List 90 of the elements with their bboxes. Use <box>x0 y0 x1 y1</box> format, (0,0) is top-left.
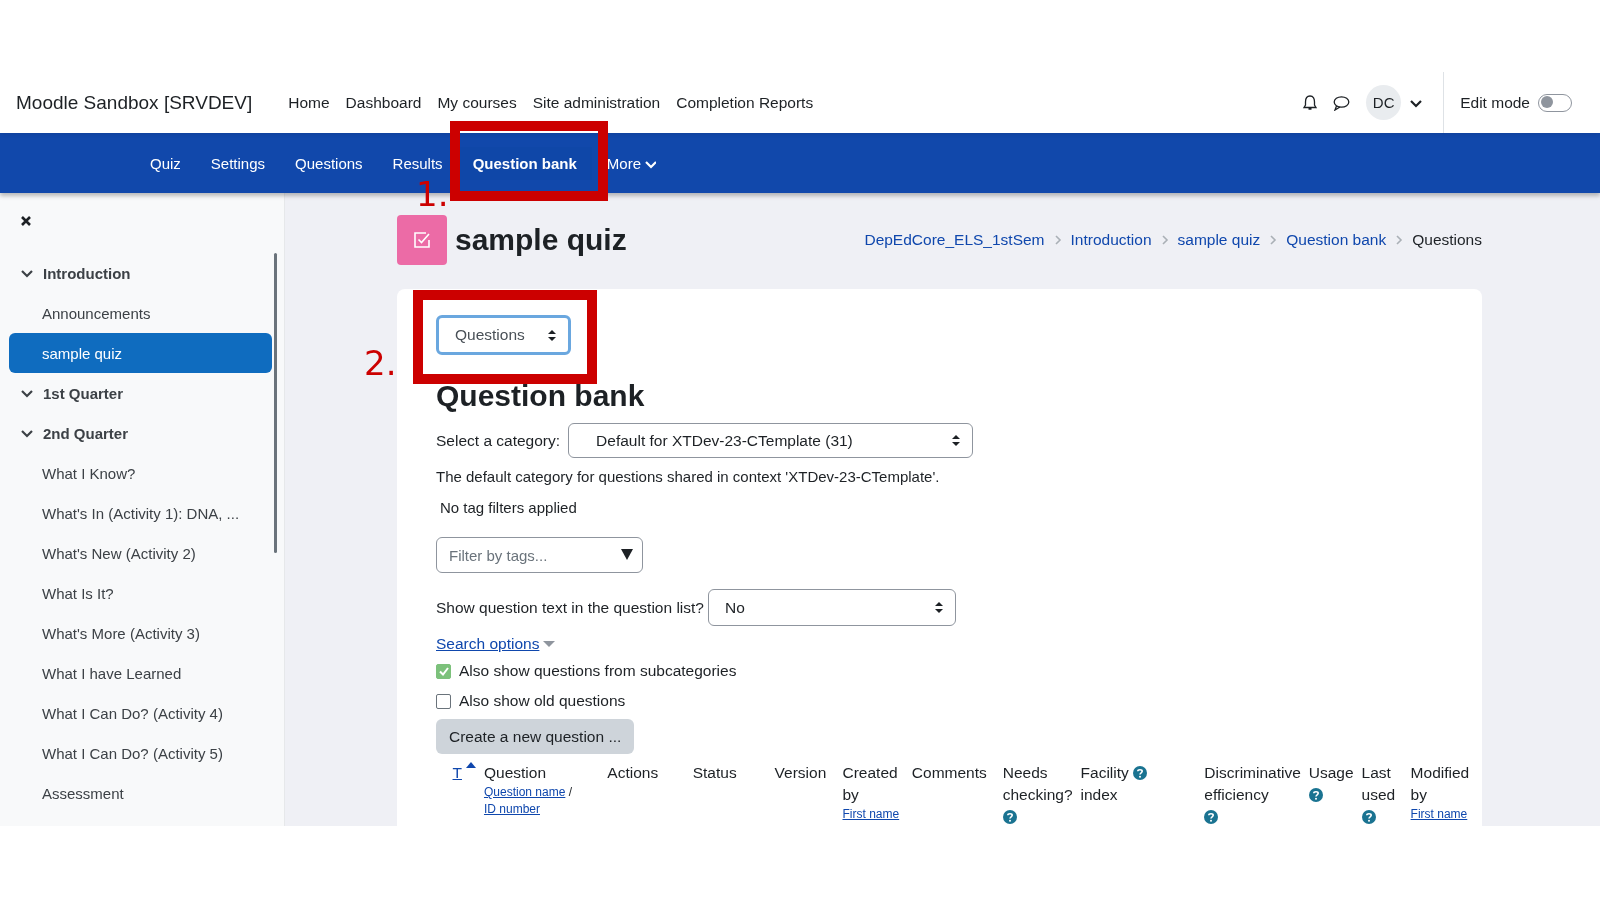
chevron-icon <box>1269 234 1278 246</box>
chat-icon[interactable] <box>1333 94 1351 111</box>
chevron-icon <box>1160 234 1169 246</box>
breadcrumb-current: Questions <box>1412 231 1482 249</box>
column-header: Comments <box>911 764 987 781</box>
breadcrumb-link[interactable]: Question bank <box>1286 231 1387 249</box>
chevron-icon <box>1053 234 1062 246</box>
field-label: Show question text in the question list? <box>436 598 704 617</box>
column-header: Facility index <box>1080 763 1129 805</box>
column-header: Created by <box>842 764 898 803</box>
help-icon[interactable] <box>1204 810 1219 824</box>
sidebar-item[interactable]: What I have Learned <box>9 653 272 693</box>
help-icon[interactable] <box>1308 788 1323 802</box>
sidebar-item[interactable]: Assessment <box>9 773 272 813</box>
column-header: Version <box>774 764 827 781</box>
user-avatar[interactable]: DC <box>1366 85 1402 120</box>
nav-link[interactable]: Home <box>280 93 338 112</box>
category-note: The default category for questions shared in context 'XTDev-23-CTemplate'. <box>436 468 941 485</box>
edit-mode-label: Edit mode <box>1460 93 1530 112</box>
sidebar-item[interactable]: What I Can Do? (Activity 4) <box>9 693 272 733</box>
help-icon[interactable] <box>1361 810 1376 824</box>
nav-link[interactable]: Completion Reports <box>668 93 822 112</box>
question-text-select[interactable]: No <box>708 589 956 626</box>
chevron-icon[interactable] <box>20 427 34 439</box>
breadcrumb-link[interactable]: DepEdCore_ELS_1stSem <box>864 231 1045 249</box>
sort-link[interactable]: ID number <box>483 802 540 816</box>
page-select[interactable]: Questions <box>436 315 571 355</box>
column-header: Last used <box>1361 763 1396 805</box>
site-name[interactable]: Moodle Sandbox [SRVDEV] <box>16 91 253 114</box>
section-title: 2nd Quarter <box>43 424 129 442</box>
step-number: 2. <box>364 346 397 380</box>
column-header: Needs checking? <box>1002 763 1073 805</box>
page-title: sample quiz <box>455 223 627 257</box>
tag-filter-field[interactable]: Filter by tags... <box>436 537 643 573</box>
sidebar-item[interactable]: What's New (Activity 2) <box>9 533 272 573</box>
sort-link[interactable]: T <box>452 762 476 784</box>
tag-status: No tag filters applied <box>440 499 578 516</box>
field-label: Select a category: <box>436 431 561 450</box>
nav-tab[interactable]: Results <box>377 146 458 180</box>
column-header: Discriminative efficiency <box>1204 763 1301 805</box>
section-heading: Question bank <box>436 379 646 413</box>
updown-icon <box>935 602 943 613</box>
chevron-icon[interactable] <box>20 387 34 399</box>
breadcrumb-link[interactable]: sample quiz <box>1177 231 1261 249</box>
breadcrumb-link[interactable]: Introduction <box>1070 231 1152 249</box>
close-icon[interactable] <box>20 215 32 227</box>
dropdown-icon <box>621 549 633 560</box>
create-question-button[interactable]: Create a new question ... <box>436 719 635 754</box>
bell-icon[interactable] <box>1302 94 1319 111</box>
nav-tab[interactable]: Quiz <box>135 146 196 180</box>
nav-tab[interactable]: More <box>591 146 671 180</box>
nav-link[interactable]: Site administration <box>524 93 669 112</box>
help-icon[interactable] <box>1133 766 1148 780</box>
checkbox[interactable] <box>436 663 451 679</box>
column-header: Actions <box>607 764 659 781</box>
checkbox[interactable] <box>436 693 451 709</box>
column-header: Modified by <box>1410 764 1470 803</box>
sort-link[interactable]: First name <box>1410 807 1468 821</box>
sidebar-item[interactable]: sample quiz <box>9 333 272 373</box>
help-icon[interactable] <box>1002 810 1017 824</box>
sort-link[interactable]: First name <box>842 807 900 821</box>
updown-icon <box>548 329 556 341</box>
nav-tab[interactable]: Questions <box>280 146 378 180</box>
nav-tab[interactable]: Settings <box>195 146 281 180</box>
updown-icon <box>952 435 961 446</box>
section-header[interactable]: Introduction <box>9 253 272 293</box>
sidebar-item[interactable]: What's More (Activity 3) <box>9 613 272 653</box>
separator: / <box>568 785 573 799</box>
section-header[interactable]: 1st Quarter <box>9 373 272 413</box>
chevron-icon[interactable] <box>20 267 34 279</box>
sidebar-item[interactable]: Announcements <box>9 293 272 333</box>
column-header: Question <box>483 764 546 781</box>
section-header[interactable]: 2nd Quarter <box>9 413 272 453</box>
search-options-link[interactable]: Search options <box>436 635 540 653</box>
sort-link[interactable]: Question name <box>483 785 566 799</box>
sidebar-item[interactable]: What I Can Do? (Activity 5) <box>9 733 272 773</box>
sidebar-item[interactable]: What's In (Activity 1): DNA, ... <box>9 493 272 533</box>
sidebar-item[interactable]: What Is It? <box>9 573 272 613</box>
nav-link[interactable]: My courses <box>429 93 525 112</box>
section-title: 1st Quarter <box>43 384 124 402</box>
checkbox-label: Also show questions from subcategories <box>459 662 737 680</box>
checkbox-icon <box>413 231 431 249</box>
checkbox-label: Also show old questions <box>459 692 626 710</box>
section-title: Introduction <box>43 264 131 282</box>
nav-link[interactable]: Dashboard <box>337 93 430 112</box>
column-header: Status <box>692 764 737 781</box>
sidebar-item[interactable]: What I Know? <box>9 453 272 493</box>
category-select[interactable]: Default for XTDev-23-CTemplate (31) <box>568 423 974 458</box>
column-header: Usage <box>1308 763 1354 783</box>
chevron-icon <box>1395 234 1404 246</box>
